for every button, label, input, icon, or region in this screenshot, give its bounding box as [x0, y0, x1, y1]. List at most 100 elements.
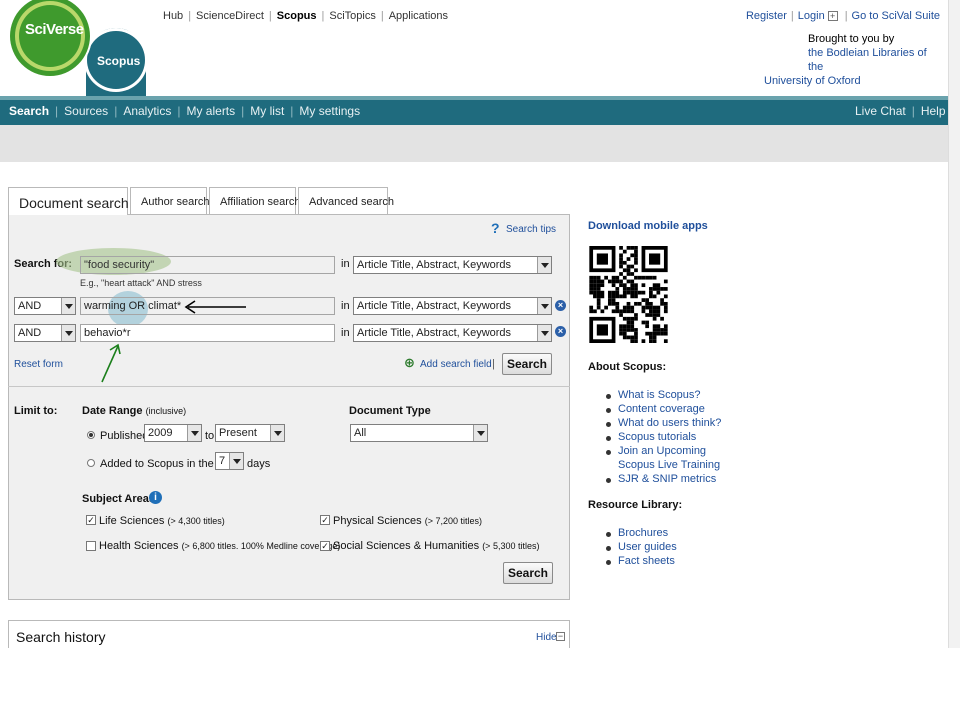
- field-select-1[interactable]: Article Title, Abstract, Keywords: [353, 256, 552, 274]
- social-sciences-checkbox[interactable]: ✓: [320, 541, 330, 551]
- days-select[interactable]: 7: [215, 452, 244, 470]
- field-select-3[interactable]: Article Title, Abstract, Keywords: [353, 324, 552, 342]
- search-example-hint: E.g., "heart attack" AND stress: [80, 278, 202, 288]
- nav-my-settings[interactable]: My settings: [299, 104, 360, 118]
- social-sciences-label: Social Sciences & Humanities (> 5,300 ti…: [333, 540, 539, 552]
- subject-areas-label: Subject Areas: [82, 493, 155, 505]
- tab-document-search[interactable]: Document search: [8, 187, 129, 215]
- separator: |: [492, 358, 495, 370]
- scopus-logo-text: Scopus: [97, 54, 141, 68]
- collapse-minus-icon[interactable]: −: [556, 632, 565, 641]
- to-year-select[interactable]: Present: [215, 424, 285, 442]
- brochures-link[interactable]: Brochures: [618, 527, 668, 539]
- topnav-scitopics[interactable]: SciTopics: [329, 10, 375, 22]
- remove-row-icon[interactable]: ×: [555, 326, 566, 337]
- add-search-field-link[interactable]: Add search field: [420, 359, 492, 370]
- window-scrollbar[interactable]: [948, 0, 960, 648]
- physical-sciences-checkbox[interactable]: ✓: [320, 515, 330, 525]
- qr-code-icon[interactable]: [589, 246, 668, 343]
- search-tips-link[interactable]: Search tips: [506, 224, 556, 235]
- fact-sheets-link[interactable]: Fact sheets: [618, 555, 675, 567]
- added-radio[interactable]: [87, 459, 95, 467]
- reset-form-link[interactable]: Reset form: [14, 359, 63, 370]
- content-coverage-link[interactable]: Content coverage: [618, 403, 705, 415]
- hide-history-link[interactable]: Hide: [536, 632, 557, 643]
- scopus-tutorials-link[interactable]: Scopus tutorials: [618, 431, 696, 443]
- boolean-operator-select-2[interactable]: AND: [14, 297, 76, 315]
- document-type-select[interactable]: All: [350, 424, 488, 442]
- from-year-select[interactable]: 2009: [144, 424, 202, 442]
- download-mobile-apps-link[interactable]: Download mobile apps: [588, 220, 708, 232]
- tab-author-search[interactable]: Author search: [130, 187, 209, 214]
- expand-plus-icon[interactable]: +: [827, 11, 838, 22]
- health-sciences-checkbox[interactable]: [86, 541, 96, 551]
- register-link[interactable]: Register: [746, 10, 787, 22]
- sciverse-scopus-logo[interactable]: SciVerse Scopus: [0, 0, 160, 100]
- info-icon[interactable]: i: [149, 491, 162, 504]
- nav-my-list[interactable]: My list: [250, 104, 284, 118]
- login-link[interactable]: Login: [798, 10, 825, 22]
- days-label: days: [247, 458, 271, 470]
- topnav-sciencedirect[interactable]: ScienceDirect: [196, 10, 264, 22]
- chevron-down-icon: [187, 425, 201, 441]
- join-upcoming-link[interactable]: Join an Upcoming: [618, 445, 706, 457]
- help-question-icon[interactable]: ?: [491, 221, 503, 235]
- nav-sources[interactable]: Sources: [64, 104, 108, 118]
- topnav-hub[interactable]: Hub: [163, 10, 183, 22]
- remove-row-icon[interactable]: ×: [555, 300, 566, 311]
- bullet-icon: [606, 408, 611, 413]
- add-field-icon[interactable]: ⊕: [404, 356, 418, 370]
- field-select-3-value: Article Title, Abstract, Keywords: [357, 327, 512, 339]
- nav-search[interactable]: Search: [9, 104, 49, 118]
- bullet-icon: [606, 394, 611, 399]
- bullet-icon: [606, 546, 611, 551]
- nav-live-chat[interactable]: Live Chat: [855, 104, 906, 118]
- nav-analytics[interactable]: Analytics: [123, 104, 171, 118]
- from-year-value: 2009: [148, 427, 173, 439]
- tab-affiliation-search[interactable]: Affiliation search: [209, 187, 301, 214]
- institution-credit: Brought to you by the Bodleian Libraries…: [764, 32, 944, 88]
- bullet-icon: [606, 532, 611, 537]
- sjr-snip-link[interactable]: SJR & SNIP metrics: [618, 473, 716, 485]
- nav-help[interactable]: Help: [921, 104, 946, 118]
- life-sciences-text: Life Sciences: [99, 515, 165, 527]
- boolean-operator-value-3: AND: [18, 327, 42, 339]
- chevron-down-icon: [61, 298, 75, 314]
- tab-advanced-search[interactable]: Advanced search: [298, 187, 394, 214]
- search-term-input-1[interactable]: "food security": [80, 256, 335, 274]
- nav-my-alerts[interactable]: My alerts: [186, 104, 235, 118]
- bullet-icon: [606, 422, 611, 427]
- bullet-icon: [606, 478, 611, 483]
- inclusive-note: (inclusive): [145, 406, 187, 416]
- main-nav: Search | Sources | Analytics | My alerts | My li…: [9, 104, 361, 118]
- resource-library-heading: Resource Library:: [588, 499, 683, 511]
- published-radio[interactable]: [87, 431, 95, 439]
- institution-link-line2[interactable]: University of Oxford: [764, 75, 861, 87]
- limit-search-button[interactable]: Search: [503, 562, 553, 584]
- search-button[interactable]: Search: [502, 353, 552, 375]
- page-bottom-area: [0, 648, 960, 720]
- user-guides-link[interactable]: User guides: [618, 541, 677, 553]
- what-is-scopus-link[interactable]: What is Scopus?: [618, 389, 701, 401]
- logo-graphic: [8, 0, 148, 96]
- institution-link-line1[interactable]: the Bodleian Libraries of the: [808, 47, 927, 73]
- boolean-operator-select-3[interactable]: AND: [14, 324, 76, 342]
- top-product-nav: Hub | ScienceDirect | Scopus | SciTopics | Appli…: [163, 10, 449, 22]
- live-training-link[interactable]: Scopus Live Training: [618, 459, 720, 471]
- boolean-operator-value-2: AND: [18, 300, 42, 312]
- users-think-link[interactable]: What do users think?: [618, 417, 721, 429]
- topnav-scopus[interactable]: Scopus: [277, 10, 317, 22]
- chevron-down-icon: [537, 298, 551, 314]
- chevron-down-icon: [229, 453, 243, 469]
- physical-sciences-count: (> 7,200 titles): [424, 516, 482, 526]
- life-sciences-label: Life Sciences (> 4,300 titles): [99, 515, 225, 527]
- in-label-2: in: [341, 300, 350, 312]
- to-label: to: [205, 430, 215, 442]
- topnav-applications[interactable]: Applications: [389, 10, 448, 22]
- account-links: Register | Login + | Go to SciVal Suite: [745, 10, 940, 22]
- field-select-2[interactable]: Article Title, Abstract, Keywords: [353, 297, 552, 315]
- to-year-value: Present: [219, 427, 257, 439]
- life-sciences-checkbox[interactable]: ✓: [86, 515, 96, 525]
- scival-link[interactable]: Go to SciVal Suite: [852, 10, 940, 22]
- limit-to-label: Limit to:: [14, 405, 58, 417]
